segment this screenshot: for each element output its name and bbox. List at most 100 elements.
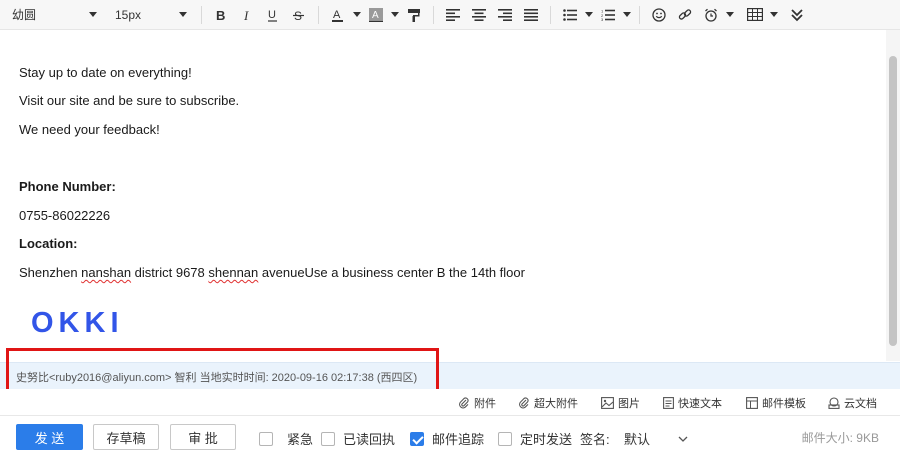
attachment-toolbar: 附件 超大附件 图片 快速文本 邮件模板 云文档 bbox=[0, 389, 900, 415]
paperclip-icon bbox=[518, 397, 530, 409]
scheduled-send-label: 定时发送 bbox=[520, 432, 573, 447]
read-receipt-checkbox[interactable]: 已读回执 bbox=[321, 429, 395, 448]
svg-text:3: 3 bbox=[601, 17, 604, 21]
send-button[interactable]: 发 送 bbox=[16, 424, 83, 450]
large-attach-button[interactable]: 超大附件 bbox=[518, 395, 578, 411]
mail-size: 邮件大小: 9KB bbox=[801, 431, 879, 445]
scrollbar-thumb[interactable] bbox=[889, 56, 897, 346]
mail-body-editor[interactable]: Stay up to date on everything! Visit our… bbox=[0, 30, 886, 361]
format-toolbar: 幼圆 15px B I U S A A 123 bbox=[0, 0, 900, 30]
image-button[interactable]: 图片 bbox=[601, 395, 640, 411]
chevron-down-icon bbox=[726, 12, 734, 17]
signature-select[interactable]: 默认 bbox=[624, 429, 688, 448]
body-line: Stay up to date on everything! bbox=[19, 65, 192, 80]
save-draft-button[interactable]: 存草稿 bbox=[93, 424, 159, 450]
checkbox-box[interactable] bbox=[321, 431, 335, 446]
template-label: 邮件模板 bbox=[762, 398, 806, 410]
italic-icon[interactable]: I bbox=[236, 4, 258, 26]
font-size-select[interactable]: 15px bbox=[105, 0, 195, 30]
align-right-icon[interactable] bbox=[494, 4, 516, 26]
attach-button[interactable]: 附件 bbox=[458, 395, 496, 411]
read-receipt-label: 已读回执 bbox=[343, 432, 396, 447]
template-button[interactable]: 邮件模板 bbox=[746, 395, 806, 411]
signature-label: 签名: bbox=[580, 432, 610, 447]
tracking-label: 邮件追踪 bbox=[432, 432, 485, 447]
editor-scrollbar[interactable] bbox=[886, 30, 900, 361]
svg-text:A: A bbox=[333, 9, 341, 21]
urgent-label: 紧急 bbox=[287, 432, 314, 447]
phone-label: Phone Number: bbox=[19, 179, 116, 194]
quick-text-button[interactable]: 快速文本 bbox=[663, 395, 722, 411]
location-text: Shenzhen bbox=[19, 265, 82, 280]
emoji-icon[interactable] bbox=[648, 4, 670, 26]
toolbar-divider bbox=[550, 5, 551, 24]
toolbar-divider bbox=[201, 5, 202, 24]
toolbar-divider bbox=[318, 5, 319, 24]
justify-icon[interactable] bbox=[520, 4, 542, 26]
scheduled-send-checkbox[interactable]: 定时发送 bbox=[498, 429, 572, 448]
chevron-down-icon bbox=[678, 436, 688, 442]
checkbox-box[interactable] bbox=[498, 431, 512, 446]
image-icon bbox=[601, 397, 614, 409]
chevron-down-icon bbox=[179, 12, 187, 17]
body-line: Visit our site and be sure to subscribe. bbox=[19, 93, 240, 108]
location-text: avenueUse a business center B the 14th f… bbox=[258, 265, 525, 280]
chevron-down-icon bbox=[89, 12, 97, 17]
image-label: 图片 bbox=[618, 398, 640, 410]
mail-composer: 幼圆 15px B I U S A A 123 Stay up to date … bbox=[0, 0, 900, 459]
chevron-down-icon bbox=[353, 12, 361, 17]
urgent-checkbox[interactable]: 紧急 bbox=[259, 429, 313, 448]
location-label: Location: bbox=[19, 236, 78, 251]
location-text: district 9678 bbox=[131, 265, 209, 280]
link-icon[interactable] bbox=[674, 4, 696, 26]
align-center-icon[interactable] bbox=[468, 4, 490, 26]
bulleted-list-icon[interactable] bbox=[559, 4, 581, 26]
toolbar-divider bbox=[639, 5, 640, 24]
font-color-icon[interactable]: A bbox=[327, 4, 349, 26]
highlight-icon[interactable]: A bbox=[365, 4, 387, 26]
more-icon[interactable] bbox=[786, 4, 808, 26]
body-line: We need your feedback! bbox=[19, 122, 160, 137]
quick-text-label: 快速文本 bbox=[678, 398, 722, 410]
misspelled-word: nanshan bbox=[81, 265, 132, 280]
svg-text:U: U bbox=[268, 9, 276, 21]
checkbox-checked[interactable] bbox=[410, 431, 424, 446]
phone-value: 0755-86022226 bbox=[19, 208, 111, 223]
table-icon[interactable] bbox=[744, 4, 766, 26]
numbered-list-dropdown[interactable] bbox=[621, 4, 633, 26]
chevron-down-icon bbox=[770, 12, 778, 17]
numbered-list-icon[interactable]: 123 bbox=[597, 4, 619, 26]
align-left-icon[interactable] bbox=[442, 4, 464, 26]
template-icon bbox=[746, 397, 758, 409]
compose-footer: 发 送 存草稿 审 批 紧急 已读回执 邮件追踪 定时发送 签名: 默认 邮件大… bbox=[0, 415, 900, 459]
signature-value: 默认 bbox=[624, 432, 651, 447]
chevron-down-icon bbox=[391, 12, 399, 17]
logo-text: OKKI bbox=[31, 308, 124, 334]
approve-button[interactable]: 审 批 bbox=[170, 424, 236, 450]
location-value: Shenzhen nanshan district 9678 shennan a… bbox=[19, 265, 525, 280]
format-painter-icon[interactable] bbox=[403, 4, 425, 26]
bold-icon[interactable]: B bbox=[210, 4, 232, 26]
toolbar-divider bbox=[433, 5, 434, 24]
svg-text:I: I bbox=[243, 8, 249, 22]
bulleted-list-dropdown[interactable] bbox=[583, 4, 595, 26]
alarm-dropdown[interactable] bbox=[724, 4, 736, 26]
cloud-doc-label: 云文档 bbox=[844, 398, 877, 410]
underline-icon[interactable]: U bbox=[262, 4, 284, 26]
highlight-dropdown[interactable] bbox=[389, 4, 401, 26]
paperclip-icon bbox=[458, 397, 470, 409]
checkbox-box[interactable] bbox=[259, 431, 273, 446]
cloud-doc-button[interactable]: 云文档 bbox=[828, 395, 877, 411]
font-color-dropdown[interactable] bbox=[351, 4, 363, 26]
svg-text:B: B bbox=[216, 8, 225, 22]
strikethrough-icon[interactable]: S bbox=[288, 4, 310, 26]
font-family-select[interactable]: 幼圆 bbox=[0, 0, 105, 30]
svg-text:A: A bbox=[372, 10, 379, 21]
tracking-checkbox[interactable]: 邮件追踪 bbox=[410, 429, 484, 448]
table-dropdown[interactable] bbox=[768, 4, 780, 26]
okki-logo: OKKI bbox=[31, 308, 124, 334]
chevron-down-icon bbox=[585, 12, 593, 17]
attach-label: 附件 bbox=[474, 398, 496, 410]
alarm-icon[interactable] bbox=[700, 4, 722, 26]
large-attach-label: 超大附件 bbox=[534, 398, 578, 410]
